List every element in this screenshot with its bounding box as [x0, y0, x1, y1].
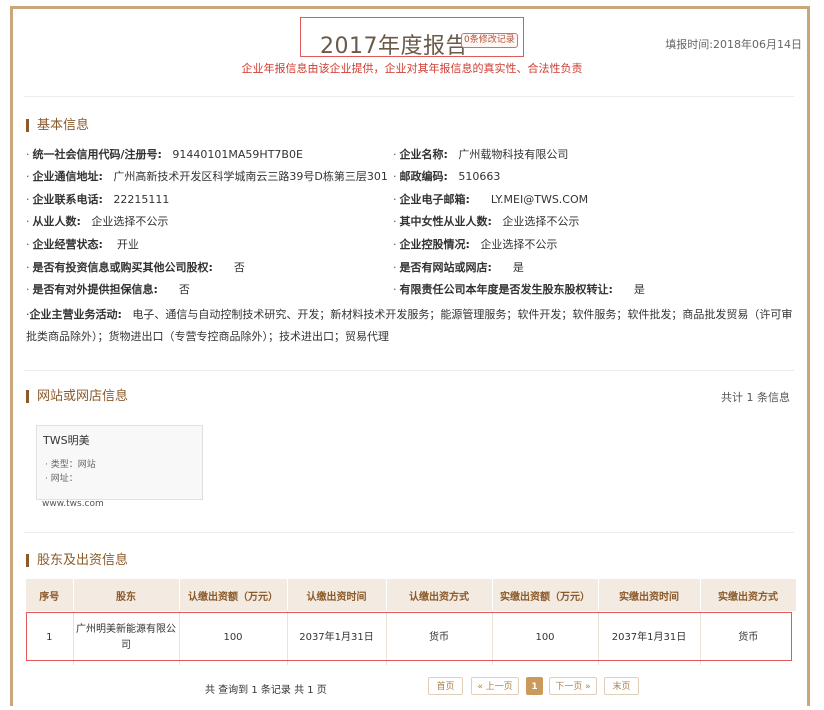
modify-records-badge[interactable]: 0条修改记录 [461, 33, 518, 48]
info-guarantee: · 是否有对外提供担保信息: 否 [26, 283, 190, 296]
col-header: 实缴出资时间 [598, 579, 701, 611]
divider [24, 370, 794, 371]
section-title-shareholders: 股东及出资信息 [26, 554, 128, 567]
disclaimer: 企业年报信息由该企业提供，企业对其年报信息的真实性、合法性负责 [241, 62, 583, 75]
website-name: TWS明美 [43, 434, 90, 447]
info-email: · 企业电子邮箱: LY.MEI@TWS.COM [393, 193, 589, 206]
col-header: 实缴出资方式 [700, 579, 797, 611]
report-time: 填报时间:2018年06月14日 [665, 38, 802, 51]
pager-next-button[interactable]: 下一页 » [549, 677, 597, 695]
pager-last-button[interactable]: 末页 [604, 677, 639, 695]
info-business-scope: ·企业主营业务活动: 电子、通信与自动控制技术研究、开发；新材料技术开发服务；能… [26, 308, 793, 343]
info-company-name: · 企业名称: 广州载物科技有限公司 [393, 148, 569, 161]
col-header: 认缴出资额（万元） [179, 579, 288, 611]
info-employees: · 从业人数: 企业选择不公示 [26, 215, 169, 228]
row-highlight-box [26, 612, 792, 661]
report-title: 2017年度报告 [320, 34, 468, 59]
info-equity-transfer: · 有限责任公司本年度是否发生股东股权转让: 是 [393, 283, 645, 296]
section-title-basic: 基本信息 [26, 119, 89, 132]
divider [24, 532, 794, 533]
divider [24, 96, 794, 97]
table-header-row: 序号 股东 认缴出资额（万元） 认缴出资时间 认缴出资方式 实缴出资额（万元） … [26, 579, 797, 611]
info-address: · 企业通信地址: 广州高新技术开发区科学城南云三路39号D栋第三层301 [26, 170, 388, 183]
website-count: 共计 1 条信息 [721, 391, 790, 404]
info-phone: · 企业联系电话: 22215111 [26, 193, 170, 206]
col-header: 实缴出资额（万元） [492, 579, 599, 611]
info-credit-code: · 统一社会信用代码/注册号: 91440101MA59HT7B0E [26, 148, 303, 161]
info-status: · 企业经营状态: 开业 [26, 238, 139, 251]
website-url[interactable]: www.tws.com [42, 499, 104, 509]
info-has-website: · 是否有网站或网店: 是 [393, 261, 524, 274]
website-url-label: · 网址： [45, 474, 78, 484]
section-title-website: 网站或网店信息 [26, 390, 128, 403]
info-female-employees: · 其中女性从业人数: 企业选择不公示 [393, 215, 580, 228]
website-card[interactable]: TWS明美 · 类型：网站 · 网址： [36, 425, 203, 500]
pager-first-button[interactable]: 首页 [428, 677, 463, 695]
info-holding: · 企业控股情况: 企业选择不公示 [393, 238, 558, 251]
col-header: 认缴出资时间 [287, 579, 387, 611]
col-header: 序号 [26, 579, 74, 611]
col-header: 认缴出资方式 [386, 579, 493, 611]
pager-info: 共 查询到 1 条记录 共 1 页 [205, 685, 327, 696]
website-type: · 类型：网站 [45, 460, 96, 470]
info-postcode: · 邮政编码: 510663 [393, 170, 501, 183]
info-investment: · 是否有投资信息或购买其他公司股权: 否 [26, 261, 245, 274]
col-header: 股东 [73, 579, 180, 611]
pager-prev-button[interactable]: « 上一页 [471, 677, 519, 695]
pager-page-1[interactable]: 1 [526, 677, 543, 695]
